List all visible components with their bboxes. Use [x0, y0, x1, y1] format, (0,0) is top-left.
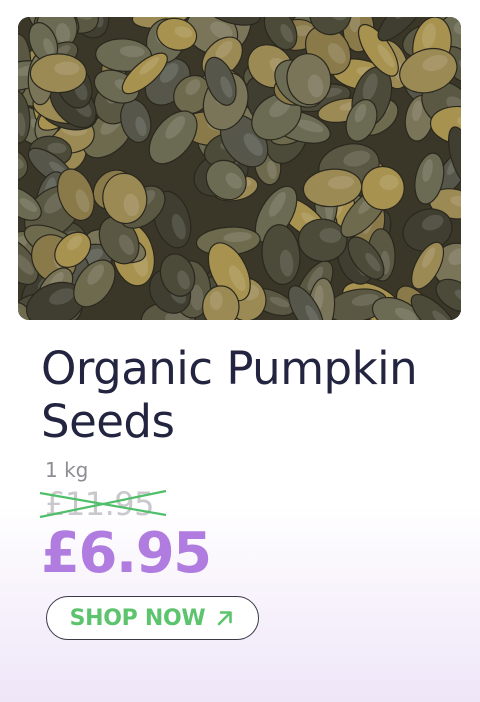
original-price: £11.95 — [45, 485, 154, 523]
arrow-up-right-icon — [218, 611, 233, 626]
shop-now-button[interactable]: SHOP NOW — [46, 596, 259, 640]
product-image[interactable] — [18, 17, 461, 320]
product-card: Organic Pumpkin Seeds 1 kg £11.95 £6.95 … — [0, 0, 480, 702]
product-title: Organic Pumpkin Seeds — [41, 342, 418, 448]
product-weight: 1 kg — [45, 458, 89, 482]
shop-now-label: SHOP NOW — [69, 605, 206, 631]
sale-price: £6.95 — [41, 521, 212, 586]
pumpkin-seeds-photo — [18, 17, 461, 320]
